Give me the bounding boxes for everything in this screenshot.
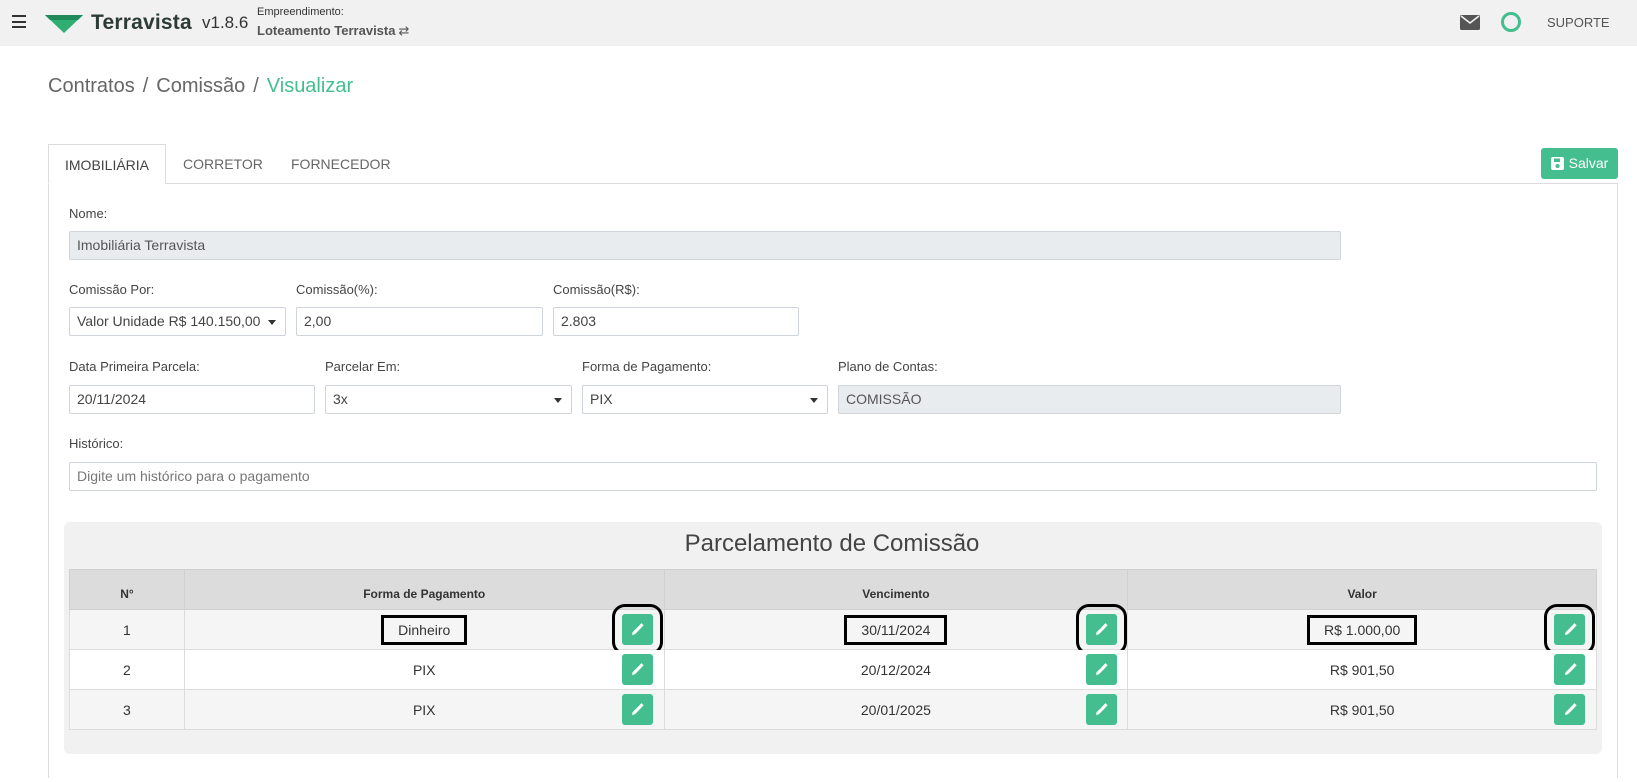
parcelamento-title: Parcelamento de Comissão [684,530,980,557]
historico-input[interactable]: Digite um histórico para o pagamento [69,462,1597,491]
forma-value: Dinheiro [381,614,468,645]
edit-vencimento-button[interactable] [1075,604,1127,655]
comissao-rs-label: Comissão(R$): [553,282,640,297]
comissao-por-select[interactable]: Valor Unidade R$ 140.150,00 [69,307,286,336]
plano-contas-field[interactable]: COMISSÃO [838,385,1341,414]
pencil-icon [632,622,645,635]
table-row: 2 PIX 20/12/2024 R$ 901,50 [69,649,1597,690]
pencil-icon [1564,622,1577,635]
forma-value: PIX [412,701,436,718]
nome-label: Nome: [69,206,108,221]
chevron-down-icon [810,398,818,403]
pencil-icon [1096,702,1108,715]
data-primeira-input[interactable]: 20/11/2024 [69,385,315,414]
table-row: 3 PIX 20/01/2025 R$ 901,50 [69,689,1597,730]
vencimento-value: 20/01/2025 [860,701,931,718]
empreendimento-value: Loteamento Terravista [257,23,396,38]
pencil-icon [632,702,645,715]
forma-pagamento-label: Forma de Pagamento: [582,359,712,374]
forma-cell: PIX [183,689,665,730]
edit-vencimento-button[interactable] [1085,654,1117,685]
chevron-down-icon [268,320,276,325]
edit-forma-button[interactable] [621,654,653,685]
suporte-link[interactable]: SUPORTE [1547,15,1610,30]
vencimento-cell: 20/12/2024 [663,649,1129,690]
edit-forma-button[interactable] [611,604,663,655]
data-primeira-label: Data Primeira Parcela: [69,359,200,374]
historico-label: Histórico: [69,436,124,451]
column-header-forma-pagamento: Forma de Pagamento [183,569,665,610]
valor-value: R$ 901,50 [1329,661,1395,678]
tab-fornecedor[interactable]: FORNECEDOR [275,144,407,184]
historico-placeholder: Digite um histórico para o pagamento [77,468,310,484]
forma-value: PIX [412,661,436,678]
vencimento-cell: 20/01/2025 [663,689,1129,730]
save-button-label: Salvar [1568,155,1609,171]
pencil-icon [1564,702,1577,715]
nome-field[interactable]: Imobiliária Terravista [69,231,1341,260]
save-button[interactable]: Salvar [1541,148,1618,179]
valor-cell: R$ 1.000,00 [1127,604,1597,655]
table-header-row: N° Forma de Pagamento Vencimento Valor [69,569,1597,610]
breadcrumb-separator: / [142,75,149,97]
comissao-por-label: Comissão Por: [69,282,155,297]
top-bar: Terravista v1.8.6 Empreendimento: Loteam… [0,0,1637,46]
parcelar-em-label: Parcelar Em: [325,359,401,374]
valor-value: R$ 1.000,00 [1306,614,1418,645]
empreendimento-label: Empreendimento: [257,6,344,18]
tab-corretor[interactable]: CORRETOR [167,144,279,184]
parcela-numero: 1 [69,609,185,650]
terravista-logo-icon [45,15,83,33]
forma-pagamento-select[interactable]: PIX [582,385,828,414]
pencil-icon [632,662,645,675]
edit-valor-button[interactable] [1554,694,1586,725]
pencil-icon [1096,622,1108,635]
hamburger-menu-icon[interactable] [12,15,26,29]
brand-name: Terravista [91,11,192,34]
table-row: 1 Dinheiro 30/11/2024 R$ 1.000,00 [69,604,1597,655]
chevron-down-icon [554,398,562,403]
parcelar-em-value: 3x [333,391,348,407]
pencil-icon [1096,662,1108,675]
comissao-pct-input[interactable]: 2,00 [296,307,543,336]
breadcrumb-separator: / [253,75,259,97]
edit-vencimento-button[interactable] [1085,694,1117,725]
parcelar-em-select[interactable]: 3x [325,385,572,414]
comissao-pct-label: Comissão(%): [296,282,378,297]
edit-forma-button[interactable] [621,694,653,725]
valor-value: R$ 901,50 [1329,701,1395,718]
column-header-valor: Valor [1127,569,1597,610]
valor-cell: R$ 901,50 [1127,689,1597,730]
parcela-numero: 3 [69,689,185,730]
column-header-vencimento: Vencimento [663,569,1129,610]
valor-cell: R$ 901,50 [1127,649,1597,690]
pencil-icon [1564,662,1577,675]
breadcrumb-comissao[interactable]: Comissão [156,75,245,97]
breadcrumb-current: Visualizar [266,75,354,97]
forma-cell: Dinheiro [183,604,665,655]
comissao-por-value: Valor Unidade R$ 140.150,00 [77,313,261,329]
swap-icon: ⇄ [398,23,410,38]
tab-imobiliaria[interactable]: IMOBILIÁRIA [48,144,167,184]
column-header-numero: N° [69,569,185,610]
comissao-rs-input[interactable]: 2.803 [553,307,799,336]
vencimento-value: 30/11/2024 [844,614,948,645]
app-version: v1.8.6 [202,13,249,32]
empreendimento-selector[interactable]: Loteamento Terravista ⇄ [257,23,409,39]
breadcrumb: Contratos / Comissão / Visualizar [48,75,353,98]
vencimento-cell: 30/11/2024 [663,604,1129,655]
edit-valor-button[interactable] [1554,654,1586,685]
vencimento-value: 20/12/2024 [860,661,931,678]
parcela-numero: 2 [69,649,185,690]
parcelamento-table: N° Forma de Pagamento Vencimento Valor 1… [69,569,1597,730]
forma-pagamento-value: PIX [590,391,613,407]
mail-icon[interactable] [1460,15,1480,30]
plano-contas-label: Plano de Contas: [838,359,938,374]
floppy-disk-icon [1550,157,1564,170]
edit-valor-button[interactable] [1544,604,1596,655]
breadcrumb-contratos[interactable]: Contratos [48,75,135,97]
status-indicator-icon [1501,12,1521,32]
forma-cell: PIX [183,649,665,690]
